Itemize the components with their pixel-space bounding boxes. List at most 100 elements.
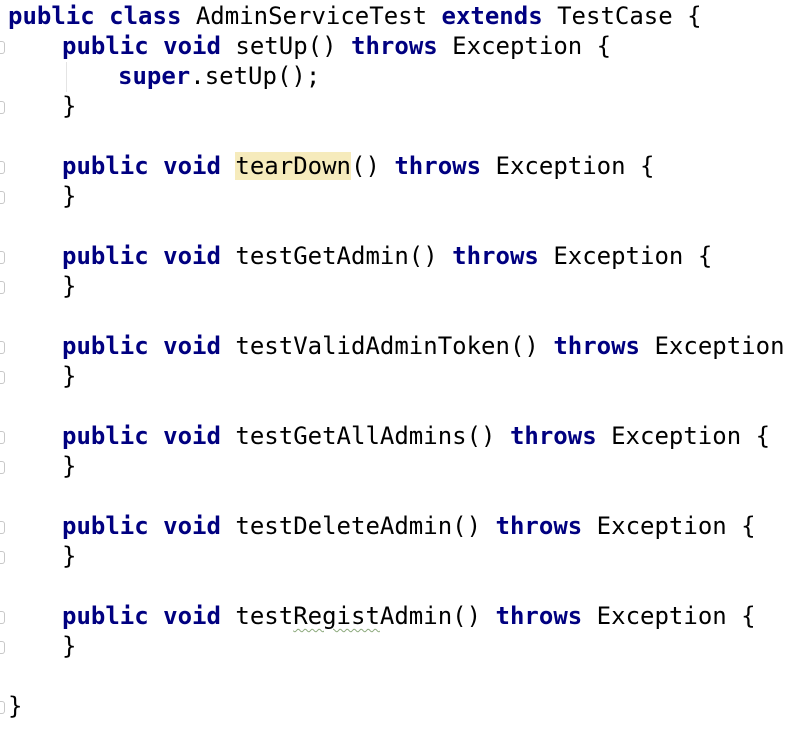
keyword: throws: [509, 422, 597, 450]
editor-gutter: [0, 0, 6, 730]
code-line-close-brace[interactable]: }: [62, 541, 76, 571]
code-line-method[interactable]: public void testGetAdmin() throws Except…: [62, 241, 712, 271]
code-line-close-brace[interactable]: }: [62, 451, 76, 481]
fold-marker-icon[interactable]: [0, 701, 5, 714]
code-line-method[interactable]: public void testGetAllAdmins() throws Ex…: [62, 421, 770, 451]
brace: {: [640, 152, 655, 180]
fold-marker-icon[interactable]: [0, 611, 5, 624]
code-line-setup[interactable]: public void setUp() throws Exception {: [62, 31, 611, 61]
brace: }: [62, 272, 77, 300]
keyword: void: [163, 242, 221, 270]
exception-type: Exception: [452, 32, 583, 60]
code-line-class-declaration[interactable]: public class AdminServiceTest extends Te…: [8, 1, 702, 31]
fold-marker-icon[interactable]: [0, 281, 5, 294]
brace: }: [62, 452, 77, 480]
code-line-close-brace[interactable]: }: [62, 181, 76, 211]
code-line-method[interactable]: public void testValidAdminToken() throws…: [62, 331, 800, 361]
keyword: void: [163, 32, 221, 60]
parens: (): [452, 512, 482, 540]
brace: }: [8, 692, 23, 720]
parens: (): [466, 422, 496, 450]
keyword: super: [118, 62, 191, 90]
code-line-super-call[interactable]: super.setUp();: [118, 61, 320, 91]
fold-marker-icon[interactable]: [0, 341, 5, 354]
parens: (): [408, 242, 438, 270]
keyword: public: [62, 32, 149, 60]
fold-marker-icon[interactable]: [0, 431, 5, 444]
parens: (): [452, 602, 482, 630]
brace: {: [741, 512, 756, 540]
exception-type: Exception: [596, 512, 727, 540]
keyword: void: [163, 152, 221, 180]
code-editor[interactable]: public class AdminServiceTest extends Te…: [0, 0, 800, 730]
brace: {: [596, 32, 612, 60]
parent-class-name: TestCase: [557, 2, 673, 30]
brace: }: [62, 632, 77, 660]
keyword: throws: [495, 512, 583, 540]
keyword: void: [163, 332, 221, 360]
code-line-close-brace[interactable]: }: [62, 631, 76, 661]
parens: (): [307, 32, 337, 60]
fold-marker-icon[interactable]: [0, 461, 5, 474]
brace: {: [687, 2, 702, 30]
keyword: throws: [394, 152, 482, 180]
parens: (): [509, 332, 539, 360]
keyword: public: [62, 242, 149, 270]
keyword: public: [62, 602, 149, 630]
parens: (): [351, 152, 380, 180]
keyword: public: [62, 512, 149, 540]
keyword: public: [62, 152, 149, 180]
code-line-method[interactable]: public void testDeleteAdmin() throws Exc…: [62, 511, 756, 541]
method-name: setUp: [235, 32, 308, 60]
exception-type: Exception: [553, 242, 684, 270]
code-line-close-brace[interactable]: }: [62, 361, 76, 391]
code-line-method[interactable]: public void testRegistAdmin() throws Exc…: [62, 601, 756, 631]
fold-marker-icon[interactable]: [0, 641, 5, 654]
exception-type: Exception: [596, 602, 727, 630]
keyword: throws: [495, 602, 583, 630]
brace: }: [62, 182, 77, 210]
exception-type: Exception: [495, 152, 626, 180]
brace: {: [741, 602, 756, 630]
fold-marker-icon[interactable]: [0, 41, 5, 54]
keyword: class: [109, 2, 182, 30]
exception-type: Exception: [654, 332, 785, 360]
method-name: testGetAdmin: [235, 242, 409, 270]
brace: }: [62, 542, 77, 570]
keyword: void: [163, 512, 221, 540]
brace: {: [697, 242, 713, 270]
fold-marker-icon[interactable]: [0, 101, 5, 114]
keyword: throws: [351, 32, 438, 60]
method-name-suffix: Admin: [379, 602, 453, 630]
code-line-close-brace[interactable]: }: [62, 91, 76, 121]
method-name-prefix: test: [235, 602, 294, 630]
keyword: void: [163, 422, 221, 450]
code-line-close-brace[interactable]: }: [62, 271, 76, 301]
keyword: public: [62, 332, 149, 360]
fold-marker-icon[interactable]: [0, 161, 5, 174]
method-name: testGetAllAdmins: [235, 422, 467, 450]
keyword: throws: [452, 242, 539, 270]
class-name: AdminServiceTest: [195, 2, 428, 30]
method-name-highlighted[interactable]: tearDown: [235, 152, 351, 180]
keyword: extends: [441, 2, 543, 30]
method-name: testDeleteAdmin: [235, 512, 453, 540]
fold-marker-icon[interactable]: [0, 371, 5, 384]
brace: {: [755, 422, 771, 450]
indent-guide: [66, 62, 67, 92]
brace: }: [62, 362, 77, 390]
fold-marker-icon[interactable]: [0, 521, 5, 534]
brace: }: [62, 92, 77, 120]
keyword: void: [163, 602, 221, 630]
fold-marker-icon[interactable]: [0, 251, 5, 264]
code-line-teardown[interactable]: public void tearDown() throws Exception …: [62, 151, 654, 181]
keyword: throws: [553, 332, 641, 360]
keyword: public: [8, 2, 95, 30]
code-line-class-close[interactable]: }: [8, 691, 22, 721]
fold-marker-icon[interactable]: [0, 551, 5, 564]
statement: .setUp();: [190, 62, 321, 90]
method-name: testValidAdminToken: [235, 332, 510, 360]
fold-marker-icon[interactable]: [0, 191, 5, 204]
typo-word[interactable]: Regist: [293, 602, 380, 630]
exception-type: Exception: [611, 422, 742, 450]
